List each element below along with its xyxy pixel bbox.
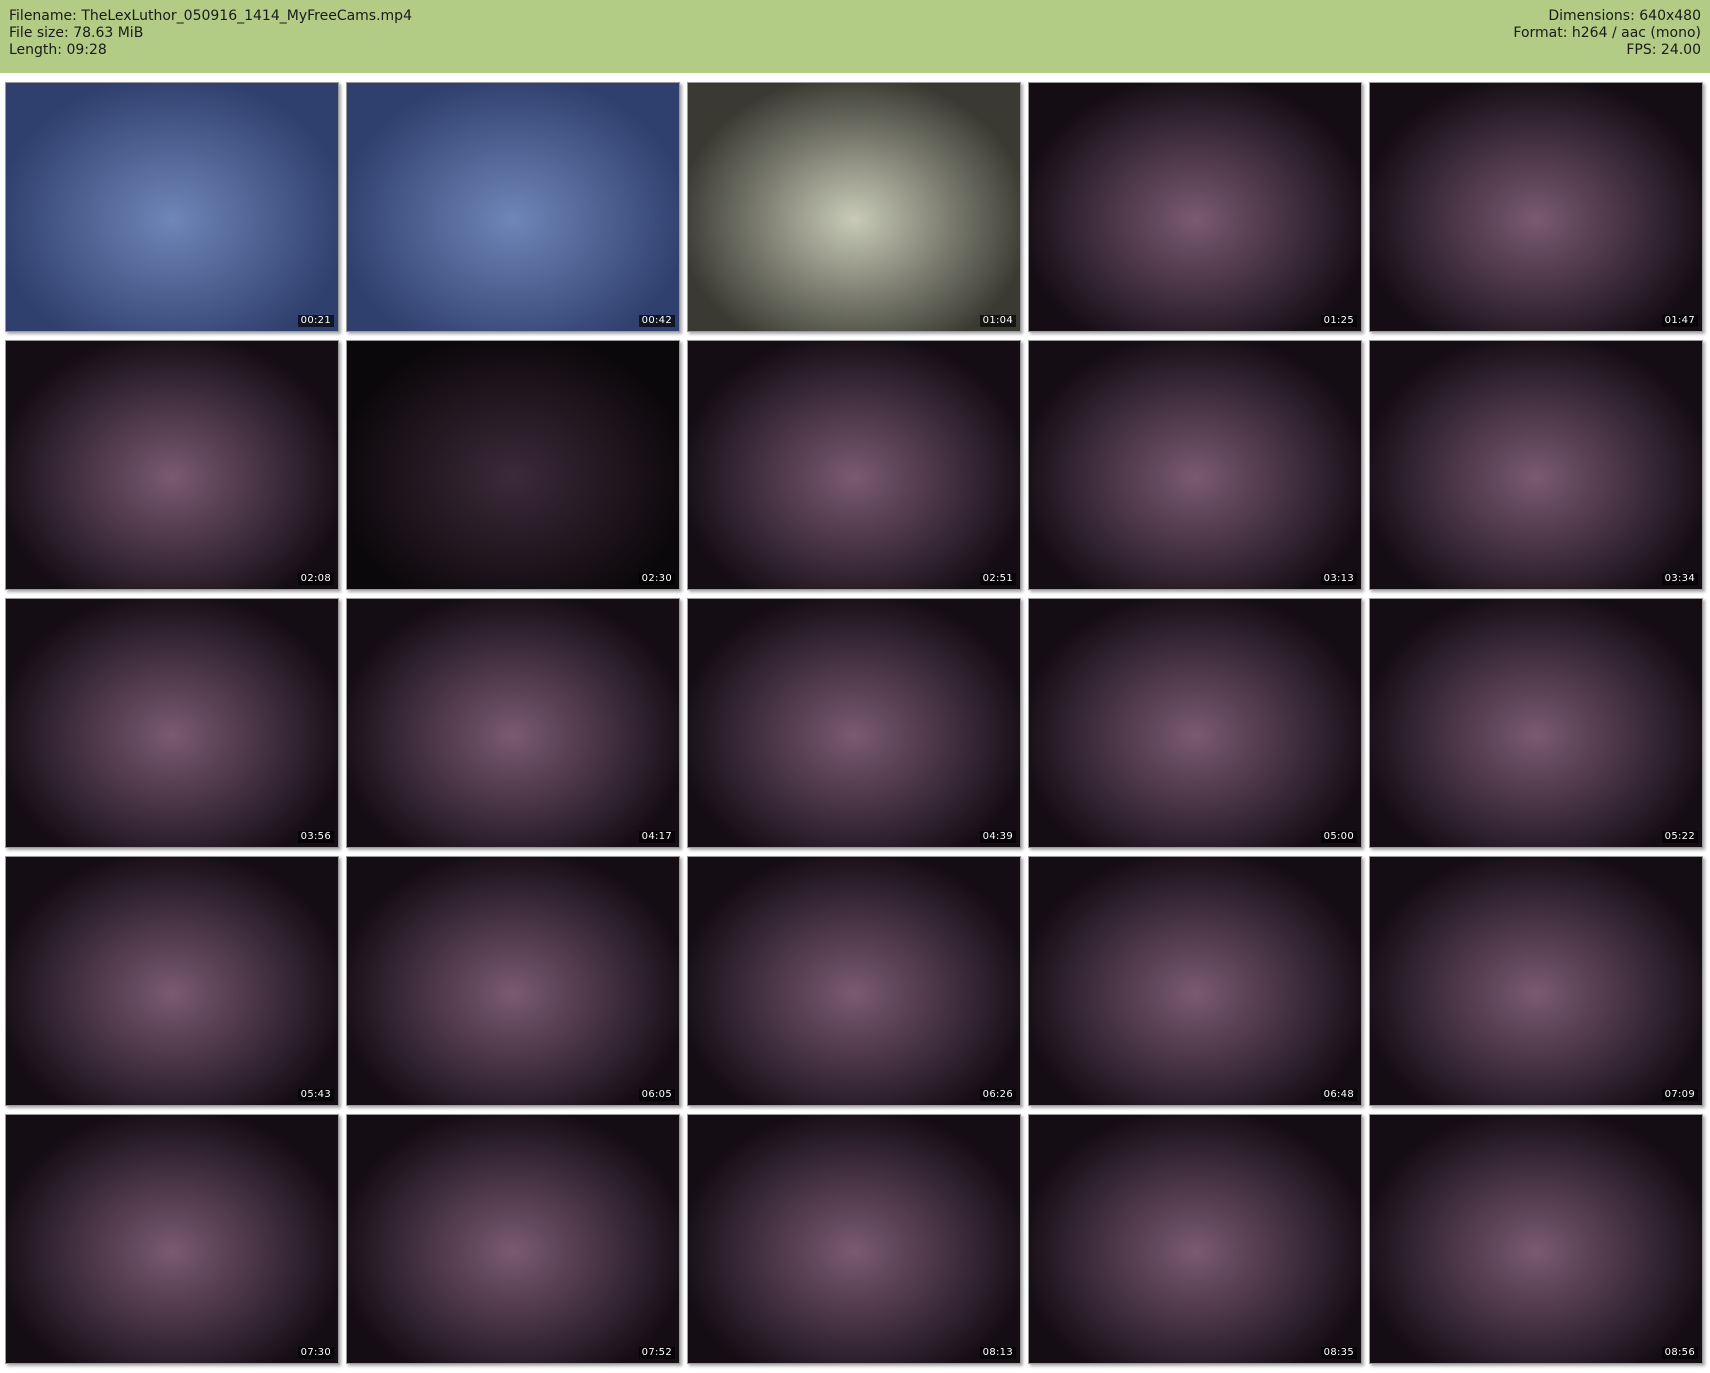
frame-placeholder (347, 599, 679, 847)
video-thumbnail[interactable]: 06:48 (1028, 856, 1362, 1106)
video-thumbnail[interactable]: 01:25 (1028, 82, 1362, 332)
thumbnail-timestamp: 02:08 (297, 573, 334, 585)
thumbnail-timestamp: 07:09 (1661, 1089, 1698, 1101)
video-thumbnail[interactable]: 06:05 (346, 856, 680, 1106)
thumbnail-timestamp: 03:13 (1320, 573, 1357, 585)
thumbnail-grid: 00:21 00:42 01:04 01:25 01:47 02:08 02:30 02:51… (5, 82, 1703, 1364)
filesize-value: 78.63 MiB (73, 25, 144, 41)
frame-placeholder (1370, 1115, 1702, 1363)
frame-placeholder (688, 599, 1020, 847)
thumbnail-timestamp: 04:17 (638, 831, 675, 843)
frame-placeholder (1029, 341, 1361, 589)
info-left: Filename: TheLexLuthor_050916_1414_MyFre… (9, 8, 412, 73)
filename-label: Filename: (9, 8, 77, 24)
thumbnail-timestamp: 01:25 (1320, 315, 1357, 327)
thumbnail-timestamp: 07:52 (638, 1347, 675, 1359)
frame-placeholder (347, 83, 679, 331)
frame-placeholder (1029, 857, 1361, 1105)
thumbnail-timestamp: 06:48 (1320, 1089, 1357, 1101)
frame-placeholder (6, 1115, 338, 1363)
thumbnail-timestamp: 05:22 (1661, 831, 1698, 843)
video-thumbnail[interactable]: 05:00 (1028, 598, 1362, 848)
thumbnail-timestamp: 00:42 (638, 315, 675, 327)
dimensions-row: Dimensions: 640x480 (1513, 8, 1701, 25)
filename-row: Filename: TheLexLuthor_050916_1414_MyFre… (9, 8, 412, 25)
video-thumbnail[interactable]: 05:43 (5, 856, 339, 1106)
video-thumbnail[interactable]: 01:04 (687, 82, 1021, 332)
length-value: 09:28 (66, 42, 107, 58)
thumbnail-timestamp: 05:43 (297, 1089, 334, 1101)
thumbnail-timestamp: 08:13 (979, 1347, 1016, 1359)
frame-placeholder (6, 857, 338, 1105)
video-thumbnail[interactable]: 02:08 (5, 340, 339, 590)
thumbnail-timestamp: 06:26 (979, 1089, 1016, 1101)
video-thumbnail[interactable]: 08:13 (687, 1114, 1021, 1364)
video-thumbnail[interactable]: 01:47 (1369, 82, 1703, 332)
frame-placeholder (347, 1115, 679, 1363)
frame-placeholder (688, 83, 1020, 331)
format-value: h264 / aac (mono) (1571, 25, 1701, 41)
format-row: Format: h264 / aac (mono) (1513, 25, 1701, 42)
thumbnail-timestamp: 01:47 (1661, 315, 1698, 327)
thumbnail-timestamp: 03:34 (1661, 573, 1698, 585)
video-thumbnail[interactable]: 03:56 (5, 598, 339, 848)
video-thumbnail[interactable]: 02:51 (687, 340, 1021, 590)
frame-placeholder (1370, 599, 1702, 847)
video-thumbnail[interactable]: 05:22 (1369, 598, 1703, 848)
video-thumbnail[interactable]: 04:17 (346, 598, 680, 848)
filename-value: TheLexLuthor_050916_1414_MyFreeCams.mp4 (81, 8, 412, 24)
video-thumbnail[interactable]: 00:42 (346, 82, 680, 332)
thumbnail-timestamp: 02:51 (979, 573, 1016, 585)
video-thumbnail[interactable]: 07:52 (346, 1114, 680, 1364)
video-thumbnail[interactable]: 07:30 (5, 1114, 339, 1364)
thumbnail-timestamp: 06:05 (638, 1089, 675, 1101)
frame-placeholder (1370, 83, 1702, 331)
thumbnail-timestamp: 00:21 (297, 315, 334, 327)
fps-row: FPS: 24.00 (1513, 42, 1701, 59)
thumbnail-timestamp: 02:30 (638, 573, 675, 585)
fps-value: 24.00 (1660, 42, 1701, 58)
length-label: Length: (9, 42, 63, 58)
fps-label: FPS: (1626, 42, 1657, 58)
info-header: Filename: TheLexLuthor_050916_1414_MyFre… (0, 0, 1710, 73)
filesize-row: File size: 78.63 MiB (9, 25, 412, 42)
filesize-label: File size: (9, 25, 69, 41)
format-label: Format: (1513, 25, 1568, 41)
thumbnail-timestamp: 03:56 (297, 831, 334, 843)
thumbnail-timestamp: 01:04 (979, 315, 1016, 327)
dimensions-label: Dimensions: (1548, 8, 1635, 24)
video-thumbnail[interactable]: 04:39 (687, 598, 1021, 848)
video-thumbnail[interactable]: 03:13 (1028, 340, 1362, 590)
frame-placeholder (1370, 857, 1702, 1105)
video-thumbnail[interactable]: 03:34 (1369, 340, 1703, 590)
thumbnail-timestamp: 07:30 (297, 1347, 334, 1359)
frame-placeholder (347, 341, 679, 589)
frame-placeholder (1029, 1115, 1361, 1363)
frame-placeholder (1029, 83, 1361, 331)
video-thumbnail[interactable]: 07:09 (1369, 856, 1703, 1106)
frame-placeholder (6, 599, 338, 847)
video-thumbnail[interactable]: 06:26 (687, 856, 1021, 1106)
frame-placeholder (688, 857, 1020, 1105)
thumbnail-timestamp: 04:39 (979, 831, 1016, 843)
video-thumbnail[interactable]: 00:21 (5, 82, 339, 332)
frame-placeholder (688, 1115, 1020, 1363)
frame-placeholder (347, 857, 679, 1105)
video-thumbnail[interactable]: 08:35 (1028, 1114, 1362, 1364)
video-thumbnail[interactable]: 02:30 (346, 340, 680, 590)
frame-placeholder (1370, 341, 1702, 589)
frame-placeholder (1029, 599, 1361, 847)
dimensions-value: 640x480 (1639, 8, 1701, 24)
frame-placeholder (6, 341, 338, 589)
info-right: Dimensions: 640x480 Format: h264 / aac (… (1513, 8, 1701, 73)
video-thumbnail[interactable]: 08:56 (1369, 1114, 1703, 1364)
thumbnail-timestamp: 08:35 (1320, 1347, 1357, 1359)
frame-placeholder (688, 341, 1020, 589)
thumbnail-timestamp: 08:56 (1661, 1347, 1698, 1359)
thumbnail-timestamp: 05:00 (1320, 831, 1357, 843)
frame-placeholder (6, 83, 338, 331)
length-row: Length: 09:28 (9, 42, 412, 59)
